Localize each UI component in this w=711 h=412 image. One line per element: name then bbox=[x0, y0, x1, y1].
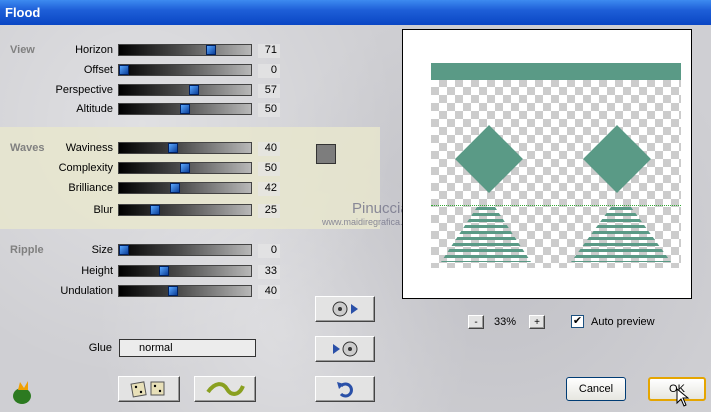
slider-value[interactable]: 0 bbox=[258, 64, 280, 78]
flood-dialog: Flood View Waves Ripple Horizon 71 Offset 0… bbox=[0, 0, 711, 412]
slider-thumb[interactable] bbox=[180, 163, 190, 173]
slider-row-perspective: Perspective 57 bbox=[0, 84, 300, 98]
slider-row-undulation: Undulation 40 bbox=[0, 285, 300, 299]
slider-thumb[interactable] bbox=[167, 286, 178, 296]
glue-label: Glue bbox=[88, 342, 112, 354]
auto-preview-checkbox[interactable]: ✔ bbox=[571, 315, 584, 328]
cancel-button[interactable]: Cancel bbox=[566, 377, 626, 401]
zoom-out-button[interactable]: - bbox=[468, 315, 484, 329]
slider-track[interactable] bbox=[118, 182, 252, 194]
slider-label: Horizon bbox=[75, 44, 113, 56]
watermark: Pinuccia www.maidiregrafica.eu bbox=[322, 200, 413, 227]
slider-row-altitude: Altitude 50 bbox=[0, 103, 300, 117]
save-preset-button[interactable] bbox=[315, 336, 375, 362]
slider-thumb[interactable] bbox=[119, 65, 129, 75]
zoom-level: 33% bbox=[494, 316, 517, 328]
slider-label: Brilliance bbox=[68, 182, 113, 194]
slider-thumb[interactable] bbox=[180, 104, 190, 114]
slider-label: Waviness bbox=[65, 142, 113, 154]
slider-thumb[interactable] bbox=[149, 205, 160, 215]
arrow-disc-icon bbox=[333, 341, 358, 357]
slider-row-height: Height 33 bbox=[0, 265, 300, 279]
slider-label: Complexity bbox=[58, 162, 113, 174]
reset-button[interactable] bbox=[194, 376, 256, 402]
preview-canvas bbox=[431, 63, 681, 268]
dice-icon bbox=[130, 381, 165, 398]
slider-row-waviness: Waviness 40 bbox=[0, 142, 300, 156]
slider-value[interactable]: 33 bbox=[258, 265, 280, 279]
slider-track[interactable] bbox=[118, 244, 252, 256]
slider-label: Perspective bbox=[55, 84, 113, 96]
preview-horizon-line bbox=[431, 205, 681, 206]
slider-track[interactable] bbox=[118, 285, 252, 297]
slider-track[interactable] bbox=[118, 64, 252, 76]
undo-icon bbox=[337, 382, 353, 398]
slider-value[interactable]: 0 bbox=[258, 244, 280, 258]
load-preset-button[interactable] bbox=[315, 296, 375, 322]
slider-row-complexity: Complexity 50 bbox=[0, 162, 300, 176]
slider-label: Undulation bbox=[60, 285, 113, 297]
slider-value[interactable]: 57 bbox=[258, 84, 280, 98]
slider-track[interactable] bbox=[118, 103, 252, 115]
slider-thumb[interactable] bbox=[159, 266, 170, 276]
slider-value[interactable]: 25 bbox=[258, 204, 280, 218]
slider-label: Blur bbox=[93, 204, 113, 216]
slider-value[interactable]: 50 bbox=[258, 103, 280, 117]
preview-diamond-left bbox=[455, 125, 523, 193]
randomize-button[interactable] bbox=[118, 376, 180, 402]
slider-row-blur: Blur 25 bbox=[0, 204, 300, 218]
window-title: Flood bbox=[5, 5, 41, 20]
slider-label: Height bbox=[81, 265, 113, 277]
slider-row-size: Size 0 bbox=[0, 244, 300, 258]
slider-track[interactable] bbox=[118, 162, 252, 174]
filter-factory-icon bbox=[13, 381, 31, 404]
preview-panel bbox=[402, 29, 692, 299]
wave-color-swatch[interactable] bbox=[316, 144, 336, 164]
slider-track[interactable] bbox=[118, 84, 252, 96]
glue-select[interactable]: normal bbox=[119, 339, 256, 357]
slider-thumb[interactable] bbox=[167, 143, 178, 153]
slider-thumb[interactable] bbox=[188, 85, 199, 95]
slider-value[interactable]: 40 bbox=[258, 285, 280, 299]
slider-track[interactable] bbox=[118, 204, 252, 216]
slider-label: Altitude bbox=[76, 103, 113, 115]
auto-preview-label: Auto preview bbox=[591, 316, 655, 328]
title-bar: Flood bbox=[0, 0, 711, 25]
slider-row-offset: Offset 0 bbox=[0, 64, 300, 78]
wave-icon bbox=[206, 382, 245, 396]
undo-button[interactable] bbox=[315, 376, 375, 402]
slider-track[interactable] bbox=[118, 44, 252, 56]
slider-value[interactable]: 42 bbox=[258, 182, 280, 196]
preview-band bbox=[431, 63, 681, 80]
preview-reflection-left bbox=[441, 207, 531, 262]
zoom-in-button[interactable]: + bbox=[529, 315, 545, 329]
slider-thumb[interactable] bbox=[170, 183, 181, 193]
slider-track[interactable] bbox=[118, 142, 252, 154]
slider-row-horizon: Horizon 71 bbox=[0, 44, 300, 58]
slider-label: Size bbox=[91, 244, 113, 256]
preview-diamond-right bbox=[583, 125, 651, 193]
slider-label: Offset bbox=[83, 64, 113, 76]
slider-value[interactable]: 71 bbox=[258, 44, 280, 58]
slider-row-brilliance: Brilliance 42 bbox=[0, 182, 300, 196]
preview-reflection-right bbox=[571, 207, 671, 262]
slider-track[interactable] bbox=[118, 265, 252, 277]
slider-thumb[interactable] bbox=[119, 245, 129, 255]
slider-value[interactable]: 40 bbox=[258, 142, 280, 156]
mouse-cursor-icon bbox=[676, 388, 690, 407]
disc-arrow-right-icon bbox=[332, 301, 358, 317]
slider-value[interactable]: 50 bbox=[258, 162, 280, 176]
watermark-url: www.maidiregrafica.eu bbox=[322, 217, 413, 227]
slider-thumb[interactable] bbox=[205, 45, 216, 55]
